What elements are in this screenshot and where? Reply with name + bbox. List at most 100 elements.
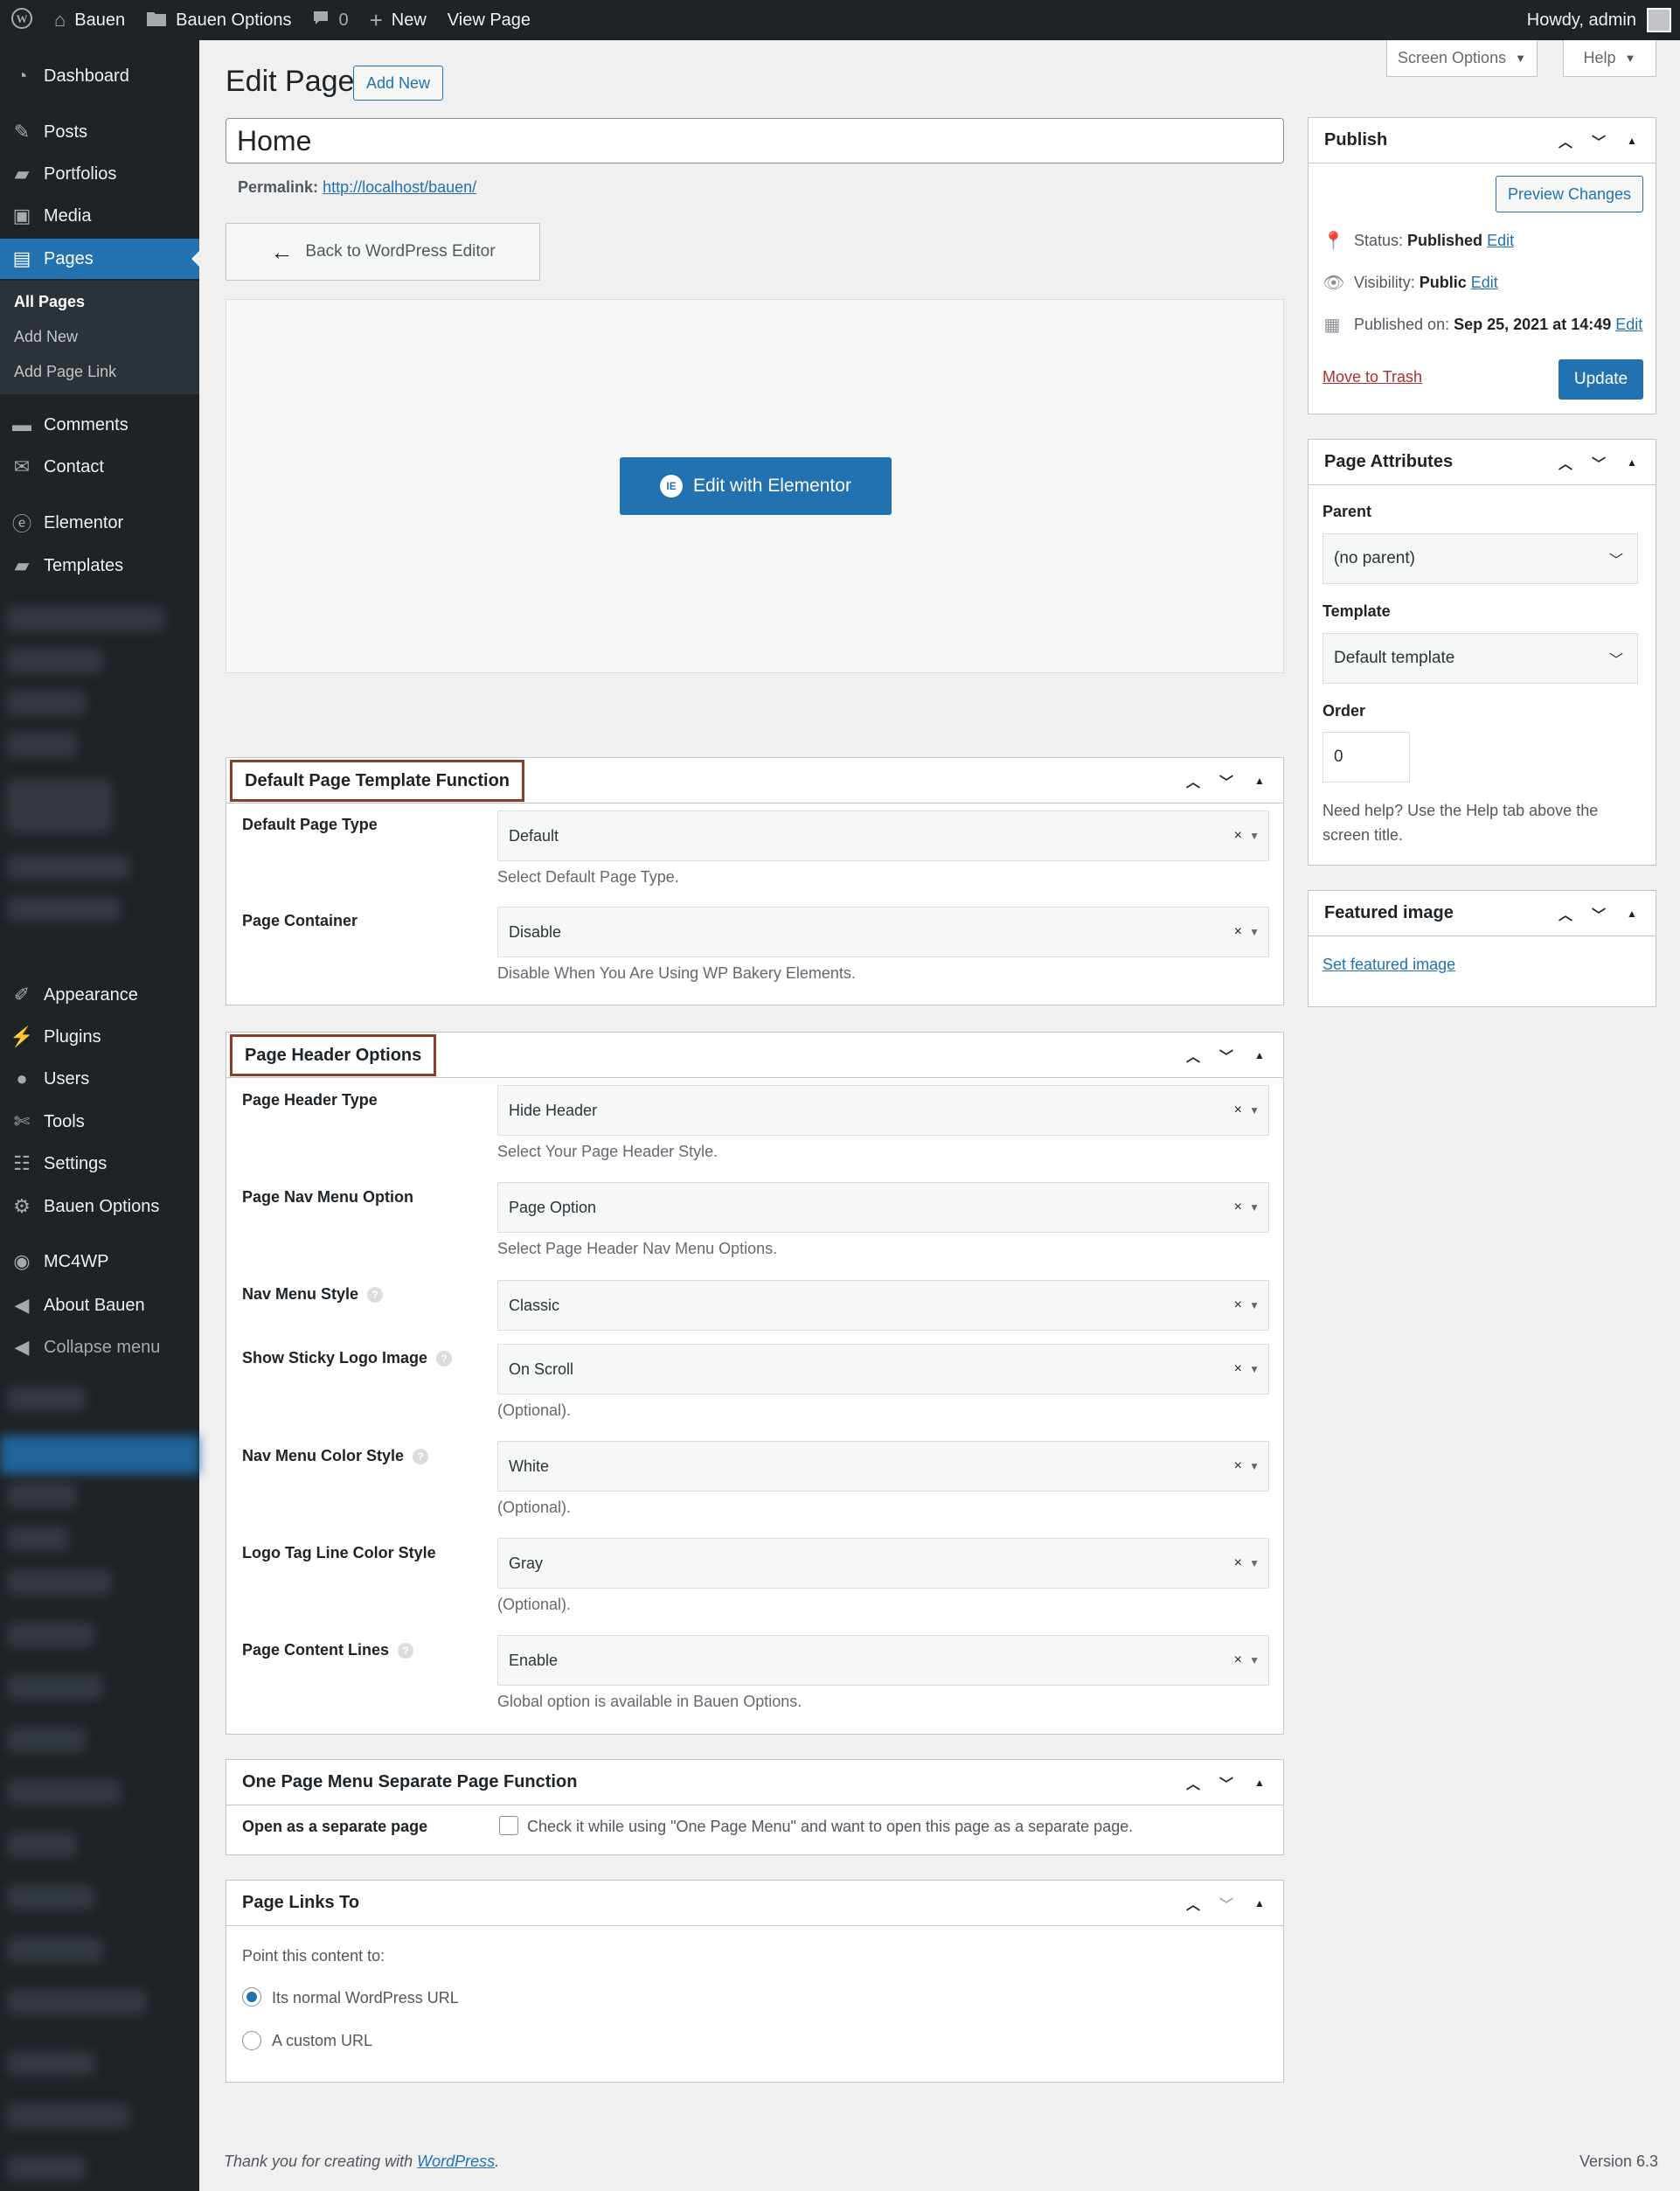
collapse-menu-button[interactable]: ◀ Collapse menu — [0, 1327, 199, 1367]
toggle-triangle-icon[interactable]: ▲ — [1246, 1777, 1273, 1789]
new-content-link[interactable]: + New — [359, 0, 437, 40]
sidebar-item-elementor[interactable]: ⓔ Elementor — [0, 503, 199, 543]
help-icon[interactable]: ? — [367, 1287, 384, 1304]
move-up-icon[interactable]: ︿ — [1180, 1772, 1206, 1793]
comments-link[interactable]: 0 — [302, 0, 358, 40]
move-up-icon[interactable]: ︿ — [1552, 452, 1579, 473]
wordpress-link[interactable]: WordPress — [417, 2153, 495, 2170]
clear-icon[interactable]: × — [1234, 1102, 1242, 1118]
page-nav-menu-option-select[interactable]: Page Option × ▼ — [497, 1182, 1269, 1233]
clear-icon[interactable]: × — [1234, 1361, 1242, 1377]
sidebar-item-plugins[interactable]: ⚡ Plugins — [0, 1017, 199, 1057]
page-content-lines-desc: Global option is available in Bauen Opti… — [497, 1693, 802, 1710]
template-select[interactable]: Default template ﹀ — [1322, 633, 1638, 684]
clear-icon[interactable]: × — [1234, 1297, 1242, 1313]
move-to-trash-link[interactable]: Move to Trash — [1322, 368, 1422, 386]
help-icon[interactable]: ? — [436, 1351, 453, 1367]
set-featured-image-link[interactable]: Set featured image — [1322, 956, 1455, 974]
wp-logo-menu[interactable]: W — [0, 0, 44, 40]
clear-icon[interactable]: × — [1234, 1652, 1242, 1668]
sidebar-item-mc4wp[interactable]: ◉ MC4WP — [0, 1242, 199, 1282]
update-button[interactable]: Update — [1559, 359, 1643, 400]
page-container-select[interactable]: Disable × ▼ — [497, 907, 1269, 957]
permalink-url[interactable]: http://localhost/bauen/ — [323, 178, 476, 196]
sidebar-item-posts[interactable]: ✎ Posts — [0, 112, 199, 152]
site-name-link[interactable]: ⌂ Bauen — [44, 0, 135, 40]
sidebar-item-users[interactable]: ● Users — [0, 1059, 199, 1099]
comment-bubble-icon — [312, 10, 330, 31]
clear-icon[interactable]: × — [1234, 828, 1242, 844]
page-header-type-select[interactable]: Hide Header × ▼ — [497, 1085, 1269, 1136]
sidebar-item-bauen-options[interactable]: ⚙ Bauen Options — [0, 1186, 199, 1227]
page-header-options-box: Page Header Options ︿ ﹀ ▲ Page Header Type… — [226, 1032, 1284, 1735]
move-up-icon[interactable]: ︿ — [1180, 1893, 1206, 1914]
help-button[interactable]: Help ▼ — [1563, 40, 1656, 77]
sidebar-item-dashboard[interactable]: ◔ Dashboard — [0, 56, 199, 96]
add-new-button[interactable]: Add New — [353, 66, 443, 101]
preview-changes-button[interactable]: Preview Changes — [1496, 176, 1643, 212]
toggle-triangle-icon[interactable]: ▲ — [1619, 135, 1645, 147]
submenu-add-page-link[interactable]: Add Page Link — [14, 363, 116, 381]
screen-options-button[interactable]: Screen Options ▼ — [1386, 40, 1538, 77]
move-up-icon[interactable]: ︿ — [1180, 770, 1206, 791]
order-input[interactable]: 0 — [1322, 732, 1410, 782]
caret-down-icon: ▼ — [1249, 1201, 1260, 1214]
toggle-triangle-icon[interactable]: ▲ — [1246, 775, 1273, 787]
help-icon[interactable]: ? — [398, 1643, 414, 1659]
template-label: Template — [1322, 602, 1391, 620]
clear-icon[interactable]: × — [1234, 1200, 1242, 1215]
toggle-triangle-icon[interactable]: ▲ — [1246, 1897, 1273, 1909]
move-down-icon[interactable]: ﹀ — [1586, 130, 1612, 151]
sidebar-item-tools[interactable]: ✄ Tools — [0, 1102, 199, 1142]
help-icon[interactable]: ? — [413, 1449, 429, 1465]
clear-icon[interactable]: × — [1234, 1555, 1242, 1571]
move-up-icon[interactable]: ︿ — [1552, 903, 1579, 924]
nav-menu-color-style-select[interactable]: White × ▼ — [497, 1441, 1269, 1492]
toggle-triangle-icon[interactable]: ▲ — [1619, 456, 1645, 469]
my-account[interactable]: Howdy, admin — [1527, 0, 1671, 40]
sidebar-item-portfolios[interactable]: ▰ Portfolios — [0, 154, 199, 194]
logo-tag-line-color-select[interactable]: Gray × ▼ — [497, 1538, 1269, 1589]
back-to-wordpress-editor-button[interactable]: ← Back to WordPress Editor — [226, 223, 540, 281]
sidebar-item-pages[interactable]: ▤ Pages — [0, 239, 199, 279]
sidebar-item-templates[interactable]: ▰ Templates — [0, 546, 199, 586]
view-page-link[interactable]: View Page — [437, 0, 541, 40]
clear-icon[interactable]: × — [1234, 1458, 1242, 1474]
bauen-options-link[interactable]: Bauen Options — [135, 0, 302, 40]
edit-visibility-link[interactable]: Edit — [1471, 274, 1498, 291]
move-down-icon[interactable]: ﹀ — [1213, 1772, 1239, 1793]
sidebar-item-settings[interactable]: ☷ Settings — [0, 1144, 199, 1184]
move-down-icon[interactable]: ﹀ — [1213, 1893, 1239, 1914]
sidebar-item-contact[interactable]: ✉ Contact — [0, 447, 199, 487]
nav-menu-style-select[interactable]: Classic × ▼ — [497, 1280, 1269, 1331]
move-up-icon[interactable]: ︿ — [1552, 130, 1579, 151]
edit-date-link[interactable]: Edit — [1615, 316, 1642, 333]
clear-icon[interactable]: × — [1234, 924, 1242, 940]
normal-url-radio[interactable] — [242, 1987, 261, 2007]
parent-select[interactable]: (no parent) ﹀ — [1322, 533, 1638, 584]
custom-url-radio[interactable] — [242, 2031, 261, 2050]
blurred-menu-item — [7, 1483, 77, 1507]
row-label-text: Page Content Lines — [242, 1641, 390, 1659]
submenu-all-pages[interactable]: All Pages — [14, 293, 85, 311]
page-content-lines-select[interactable]: Enable × ▼ — [497, 1635, 1269, 1686]
title-input[interactable]: Home — [226, 118, 1284, 163]
sidebar-item-appearance[interactable]: ✐ Appearance — [0, 975, 199, 1015]
edit-status-link[interactable]: Edit — [1487, 232, 1514, 249]
move-down-icon[interactable]: ﹀ — [1213, 770, 1239, 791]
move-down-icon[interactable]: ﹀ — [1213, 1045, 1239, 1066]
show-sticky-logo-select[interactable]: On Scroll × ▼ — [497, 1344, 1269, 1395]
move-down-icon[interactable]: ﹀ — [1586, 903, 1612, 924]
default-page-type-select[interactable]: Default × ▼ — [497, 810, 1269, 861]
move-down-icon[interactable]: ﹀ — [1586, 452, 1612, 473]
submenu-add-new[interactable]: Add New — [14, 328, 78, 346]
edit-with-elementor-button[interactable]: IE Edit with Elementor — [620, 457, 892, 515]
sidebar-item-comments[interactable]: ▬ Comments — [0, 405, 199, 445]
open-separate-page-checkbox[interactable] — [499, 1816, 518, 1835]
toggle-triangle-icon[interactable]: ▲ — [1246, 1049, 1273, 1061]
postbox-controls: ︿ ﹀ ▲ — [1552, 440, 1645, 485]
sidebar-item-about-bauen[interactable]: ◀ About Bauen — [0, 1285, 199, 1325]
sidebar-item-media[interactable]: ▣ Media — [0, 196, 199, 236]
toggle-triangle-icon[interactable]: ▲ — [1619, 908, 1645, 920]
move-up-icon[interactable]: ︿ — [1180, 1045, 1206, 1066]
